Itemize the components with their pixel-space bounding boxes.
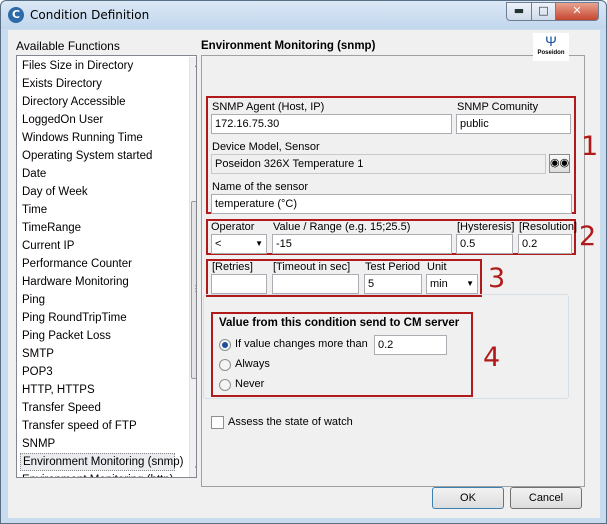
function-list-item[interactable]: Exists Directory: [20, 75, 175, 93]
radio-never-circle[interactable]: [219, 379, 231, 391]
group-4-number: 4: [483, 342, 501, 373]
sensor-name-label: Name of the sensor: [212, 181, 308, 193]
radio-always[interactable]: Always: [219, 358, 319, 374]
send-value-title: Value from this condition send to CM ser…: [219, 317, 460, 329]
function-list-item[interactable]: Directory Accessible: [20, 93, 175, 111]
function-list-item[interactable]: Transfer speed of FTP: [20, 417, 175, 435]
function-list-item[interactable]: HTTP, HTTPS: [20, 381, 175, 399]
cancel-button[interactable]: Cancel: [510, 487, 582, 509]
function-list-item[interactable]: Current IP: [20, 237, 175, 255]
functions-list[interactable]: Files Size in Directory Exists Directory D…: [16, 55, 197, 478]
snmp-community-input[interactable]: public: [456, 114, 571, 134]
binoculars-icon[interactable]: ◉◉: [549, 154, 570, 173]
radio-if-changes-label: If value changes more than: [235, 338, 368, 350]
resolution-input[interactable]: 0.2: [518, 234, 572, 254]
grip-icon: ———: [195, 282, 196, 296]
title-bar[interactable]: C Condition Definition ▬ □ ✕: [1, 1, 606, 29]
function-list-item[interactable]: Environment Monitoring (http): [20, 471, 175, 477]
function-list-item[interactable]: Ping: [20, 291, 175, 309]
list-vertical-scrollbar[interactable]: ▲ ——— ▼: [189, 57, 196, 477]
retries-label: [Retries]: [212, 261, 253, 273]
snmp-community-label: SNMP Comunity: [457, 101, 539, 113]
close-button[interactable]: ✕: [555, 2, 599, 21]
assess-state-label: Assess the state of watch: [228, 416, 353, 428]
resolution-label: [Resolution]: [519, 221, 578, 233]
panel-title: Environment Monitoring (snmp): [201, 40, 376, 52]
function-list-item[interactable]: Ping RoundTripTime: [20, 309, 175, 327]
change-threshold-input[interactable]: 0.2: [374, 335, 447, 355]
radio-never[interactable]: Never: [219, 378, 319, 394]
function-list-item[interactable]: SNMP: [20, 435, 175, 453]
function-list-item[interactable]: Time: [20, 201, 175, 219]
range-label: Value / Range (e.g. 15;25.5): [273, 221, 411, 233]
function-list-item[interactable]: Environment Monitoring (snmp): [20, 453, 183, 471]
radio-if-changes[interactable]: If value changes more than: [219, 338, 369, 354]
snmp-agent-label: SNMP Agent (Host, IP): [212, 101, 325, 113]
radio-always-label: Always: [235, 358, 270, 370]
operator-value: <: [215, 238, 222, 250]
operator-label: Operator: [211, 221, 255, 233]
function-list-item[interactable]: LoggedOn User: [20, 111, 175, 129]
chevron-down-icon: ▼: [466, 279, 474, 288]
function-list-item[interactable]: Ping Packet Loss: [20, 327, 175, 345]
function-list-item[interactable]: Hardware Monitoring: [20, 273, 175, 291]
snmp-agent-input[interactable]: 172.16.75.30: [211, 114, 452, 134]
chevron-down-icon: ▼: [255, 239, 263, 248]
trident-icon: Ψ: [545, 33, 557, 49]
group-2-number: 2: [579, 221, 597, 252]
unit-value: min: [430, 278, 448, 290]
test-period-label: Test Period: [365, 261, 421, 273]
dialog-window: C Condition Definition ▬ □ ✕ Available F…: [0, 0, 607, 524]
group-1-number: 1: [581, 131, 599, 162]
function-list-item[interactable]: Day of Week: [20, 183, 175, 201]
test-period-input[interactable]: 5: [364, 274, 422, 294]
unit-label: Unit: [427, 261, 447, 273]
function-list-item[interactable]: Operating System started: [20, 147, 175, 165]
timeout-input[interactable]: [272, 274, 359, 294]
sensor-name-input[interactable]: temperature (°C): [211, 194, 572, 214]
radio-if-changes-circle[interactable]: [219, 339, 231, 351]
hysteresis-input[interactable]: 0.5: [456, 234, 513, 254]
function-list-item[interactable]: TimeRange: [20, 219, 175, 237]
function-list-item[interactable]: POP3: [20, 363, 175, 381]
device-model-label: Device Model, Sensor: [212, 141, 320, 153]
function-list-item[interactable]: Date: [20, 165, 175, 183]
scrollbar-thumb[interactable]: ———: [191, 201, 196, 379]
function-list-item[interactable]: Performance Counter: [20, 255, 175, 273]
radio-always-circle[interactable]: [219, 359, 231, 371]
assess-state-checkbox[interactable]: [211, 416, 224, 429]
unit-select[interactable]: min ▼: [426, 274, 478, 294]
app-icon: C: [8, 7, 24, 23]
minimize-button[interactable]: ▬: [506, 2, 532, 21]
available-functions-label: Available Functions: [16, 39, 120, 53]
device-model-field: Poseidon 326X Temperature 1: [211, 154, 546, 174]
scroll-up-arrow-icon[interactable]: ▲: [190, 57, 196, 73]
operator-select[interactable]: < ▼: [211, 234, 267, 254]
poseidon-logo: Ψ Poseidon: [533, 33, 569, 61]
function-list-item[interactable]: Windows Running Time: [20, 129, 175, 147]
function-list-item[interactable]: Files Size in Directory: [20, 57, 175, 75]
function-list-item[interactable]: SMTP: [20, 345, 175, 363]
logo-text: Poseidon: [537, 50, 565, 56]
window-title: Condition Definition: [30, 8, 150, 22]
radio-never-label: Never: [235, 378, 265, 390]
range-input[interactable]: -15: [272, 234, 452, 254]
function-list-item[interactable]: Transfer Speed: [20, 399, 175, 417]
ok-button[interactable]: OK: [432, 487, 504, 509]
scroll-down-arrow-icon[interactable]: ▼: [190, 461, 196, 477]
list-horizontal-scrollbar[interactable]: [17, 478, 197, 492]
hysteresis-label: [Hysteresis]: [457, 221, 515, 233]
maximize-button[interactable]: □: [531, 2, 556, 21]
retries-input[interactable]: [211, 274, 267, 294]
group-3-number: 3: [488, 263, 506, 294]
timeout-label: [Timeout in sec]: [273, 261, 351, 273]
